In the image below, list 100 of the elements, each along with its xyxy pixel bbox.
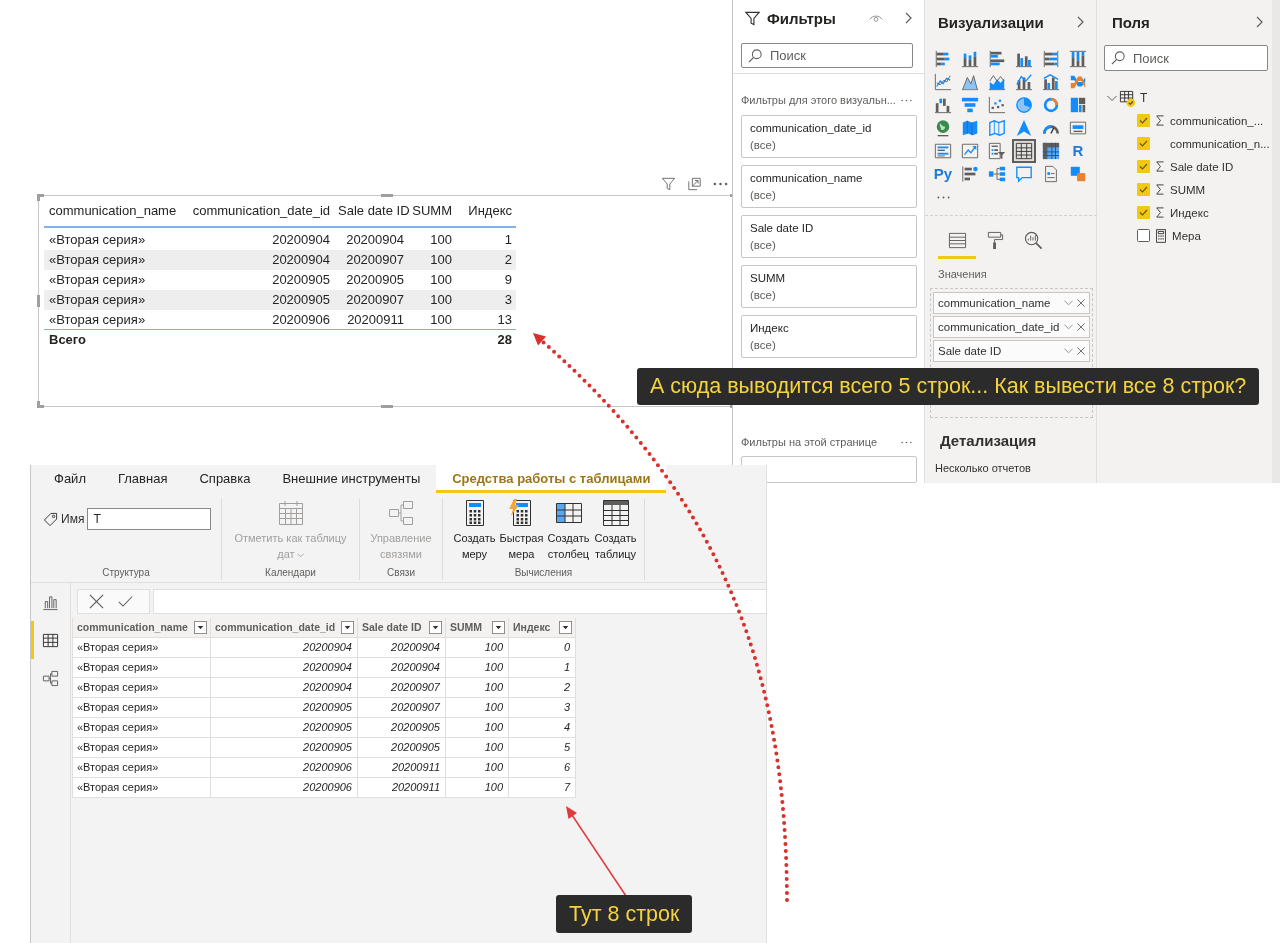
- dropdown-icon[interactable]: [341, 621, 354, 634]
- filter-card[interactable]: Sale date ID (все): [741, 215, 917, 259]
- clustered-bar-chart-icon[interactable]: [988, 50, 1006, 68]
- resize-handle[interactable]: [381, 405, 393, 408]
- checkbox[interactable]: [1137, 137, 1150, 150]
- matrix-icon[interactable]: [1042, 142, 1060, 160]
- funnel-chart-icon[interactable]: [961, 96, 979, 114]
- search-box[interactable]: Поиск: [741, 43, 913, 68]
- close-icon[interactable]: [1077, 323, 1085, 331]
- field-name[interactable]: Мера: [1172, 229, 1201, 242]
- field-well[interactable]: communication_name: [933, 292, 1090, 314]
- resize-handle[interactable]: [37, 194, 44, 201]
- column-header[interactable]: communication_date_id: [183, 202, 334, 226]
- line-column-chart-icon[interactable]: [1015, 73, 1033, 91]
- field-well[interactable]: communication_date_id: [933, 316, 1090, 338]
- eye-icon[interactable]: [869, 13, 883, 23]
- column-header[interactable]: SUMM: [408, 202, 456, 226]
- donut-chart-icon[interactable]: [1042, 96, 1060, 114]
- py-visual-button[interactable]: Py: [934, 165, 952, 183]
- ribbon-tab[interactable]: Файл: [38, 465, 102, 493]
- field-name[interactable]: Sale date ID: [1170, 160, 1234, 173]
- column-header[interactable]: Sale date ID: [334, 202, 408, 226]
- pie-chart-icon[interactable]: [1015, 96, 1033, 114]
- stacked-area-chart-icon[interactable]: [988, 73, 1006, 91]
- scatter-chart-icon[interactable]: [988, 96, 1006, 114]
- column-header[interactable]: communication_name: [73, 618, 211, 638]
- field-name[interactable]: Индекс: [1170, 206, 1209, 219]
- check-icon[interactable]: [118, 594, 133, 609]
- decomposition-tree-icon[interactable]: [988, 165, 1006, 183]
- globe-icon[interactable]: [934, 119, 952, 137]
- kpi-icon[interactable]: [961, 142, 979, 160]
- multi-row-card-icon[interactable]: [934, 142, 952, 160]
- resize-handle[interactable]: [37, 401, 44, 408]
- chevron-right-icon[interactable]: [1256, 16, 1263, 28]
- chevron-right-icon[interactable]: [1077, 16, 1084, 28]
- r-visual-button[interactable]: R: [1069, 142, 1087, 160]
- ribbon-tab[interactable]: Главная: [101, 465, 184, 493]
- field-name[interactable]: communication_...: [1170, 114, 1264, 127]
- expand-icon[interactable]: [687, 177, 702, 191]
- column-header[interactable]: Индекс: [456, 202, 516, 226]
- field-well[interactable]: Sale date ID: [933, 340, 1090, 362]
- more-icon[interactable]: [713, 182, 728, 186]
- checkbox[interactable]: [1137, 114, 1150, 127]
- filled-map-icon[interactable]: [961, 119, 979, 137]
- ribbon-button[interactable]: Создать столбец: [545, 499, 592, 562]
- field-name[interactable]: communication_n...: [1170, 137, 1270, 150]
- close-icon[interactable]: [89, 594, 104, 609]
- ribbon-button[interactable]: Быстрая мера: [498, 499, 545, 562]
- close-icon[interactable]: [1077, 347, 1085, 355]
- key-influencers-icon[interactable]: [961, 165, 979, 183]
- ribbon-tab[interactable]: Средства работы с таблицами: [436, 465, 667, 493]
- dropdown-icon[interactable]: [429, 621, 442, 634]
- ribbon-tab[interactable]: Справка: [183, 465, 267, 493]
- resize-handle[interactable]: [381, 194, 393, 197]
- column-header[interactable]: SUMM: [446, 618, 509, 638]
- ribbon-tab[interactable]: Внешние инструменты: [266, 465, 437, 493]
- dropdown-icon[interactable]: [492, 621, 505, 634]
- build-tab[interactable]: [938, 231, 976, 259]
- speech-bubble-icon[interactable]: [1015, 165, 1033, 183]
- table-name[interactable]: T: [1140, 91, 1148, 105]
- column-header[interactable]: Индекс: [509, 618, 576, 638]
- checkbox[interactable]: [1137, 229, 1150, 242]
- search-box[interactable]: Поиск: [1104, 45, 1268, 71]
- full-stacked-column-chart-icon[interactable]: [1069, 50, 1087, 68]
- filter-card[interactable]: communication_date_id (все): [741, 115, 917, 159]
- column-header[interactable]: communication_name: [44, 202, 183, 226]
- filter-card[interactable]: SUMM (все): [741, 265, 917, 309]
- full-stacked-bar-chart-icon[interactable]: [1042, 50, 1060, 68]
- close-icon[interactable]: [1077, 299, 1085, 307]
- card-icon[interactable]: [1069, 119, 1087, 137]
- dropdown-icon[interactable]: [559, 621, 572, 634]
- line-chart-icon[interactable]: [934, 73, 952, 91]
- resize-handle[interactable]: [37, 295, 40, 307]
- navigation-arrow-icon[interactable]: [1015, 119, 1033, 137]
- slicer-icon[interactable]: [988, 142, 1006, 160]
- treemap-icon[interactable]: [1069, 96, 1087, 114]
- table-icon[interactable]: [1012, 139, 1036, 163]
- ribbon-button[interactable]: Создать меру: [451, 499, 498, 562]
- area-chart-icon[interactable]: [961, 73, 979, 91]
- checkbox[interactable]: [1137, 183, 1150, 196]
- waterfall-chart-icon[interactable]: [934, 96, 952, 114]
- more-icon[interactable]: [901, 440, 912, 444]
- dropdown-icon[interactable]: [194, 621, 207, 634]
- ribbon-chart-icon[interactable]: [1069, 73, 1087, 91]
- more-icon[interactable]: [937, 196, 950, 199]
- column-header[interactable]: Sale date ID: [358, 618, 446, 638]
- search-input[interactable]: Поиск: [1133, 50, 1243, 66]
- search-input[interactable]: Поиск: [770, 48, 880, 64]
- chevron-right-icon[interactable]: [905, 12, 912, 25]
- filter-card[interactable]: Индекс (все): [741, 315, 917, 359]
- filter-icon[interactable]: [661, 177, 676, 191]
- more-icon[interactable]: [901, 98, 912, 102]
- stacked-bar-chart-icon[interactable]: [934, 50, 952, 68]
- app-tiles-icon[interactable]: [1069, 165, 1087, 183]
- document-icon[interactable]: [1042, 165, 1060, 183]
- filter-card[interactable]: communication_name (все): [741, 165, 917, 209]
- field-name[interactable]: SUMM: [1170, 183, 1206, 196]
- ribbon-button[interactable]: Создать таблицу: [592, 499, 639, 562]
- formula-field[interactable]: [153, 589, 766, 614]
- name-field[interactable]: T: [87, 508, 212, 530]
